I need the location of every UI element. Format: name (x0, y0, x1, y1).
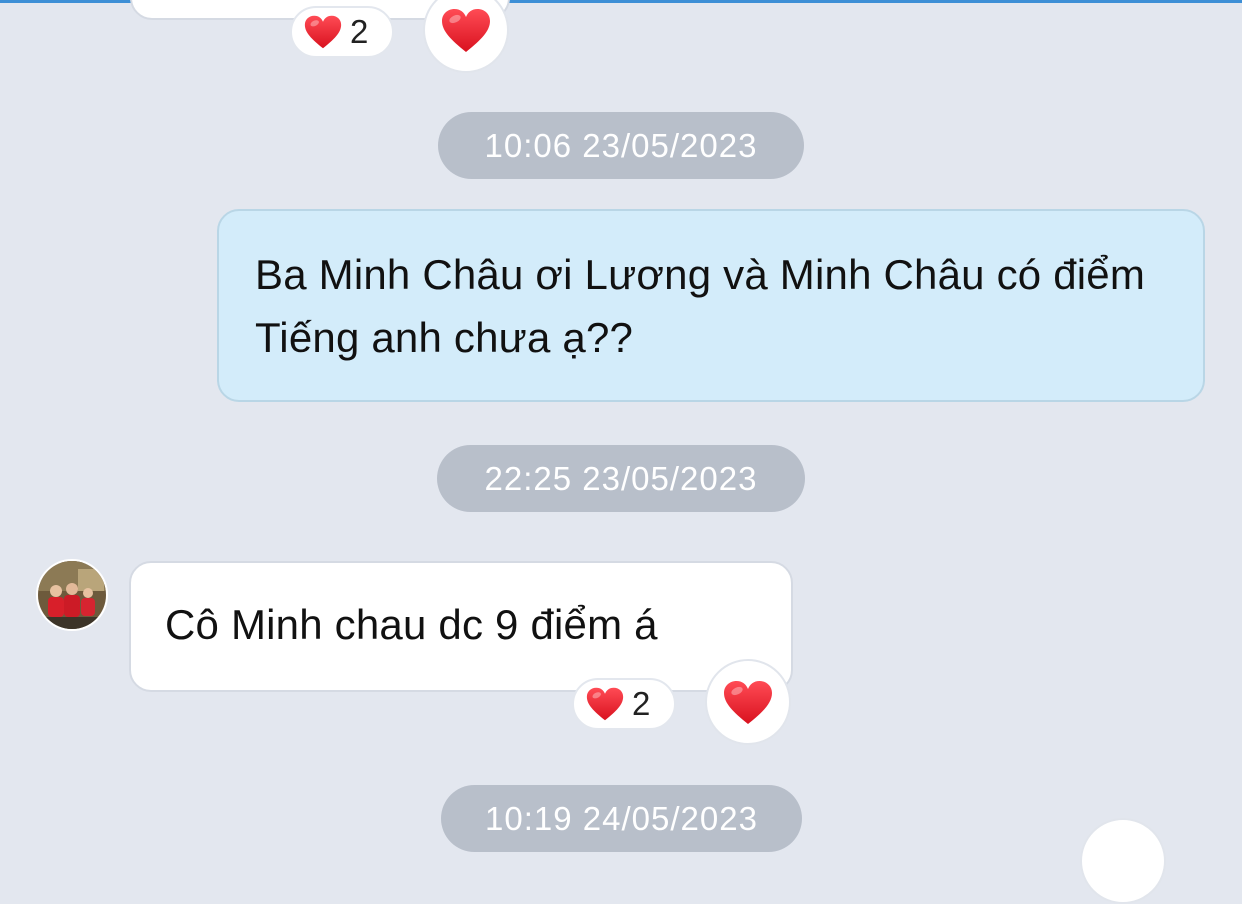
heart-icon (586, 687, 624, 721)
message-text: Cô Minh chau dc 9 điểm á (165, 601, 658, 648)
reaction-count-badge[interactable]: 2 (290, 6, 394, 58)
message-bubble-incoming[interactable]: Cô Minh chau dc 9 điểm á (129, 561, 793, 692)
reaction-count: 2 (350, 13, 369, 50)
heart-icon (304, 15, 342, 49)
timestamp-divider: 10:06 23/05/2023 (438, 112, 804, 179)
heart-icon (441, 8, 491, 53)
react-heart-button[interactable] (1080, 818, 1166, 904)
heart-icon (723, 680, 773, 725)
message-bubble-outgoing[interactable]: Ba Minh Châu ơi Lương và Minh Châu có đi… (217, 209, 1205, 402)
message-text: Ba Minh Châu ơi Lương và Minh Châu có đi… (255, 251, 1146, 361)
reaction-count: 2 (632, 685, 651, 722)
react-heart-button[interactable] (705, 659, 791, 745)
reaction-count-badge[interactable]: 2 (572, 678, 676, 730)
avatar[interactable] (36, 559, 108, 631)
timestamp-divider: 22:25 23/05/2023 (437, 445, 805, 512)
timestamp-divider: 10:19 24/05/2023 (441, 785, 802, 852)
react-heart-button[interactable] (423, 0, 509, 73)
avatar-photo (38, 561, 106, 629)
